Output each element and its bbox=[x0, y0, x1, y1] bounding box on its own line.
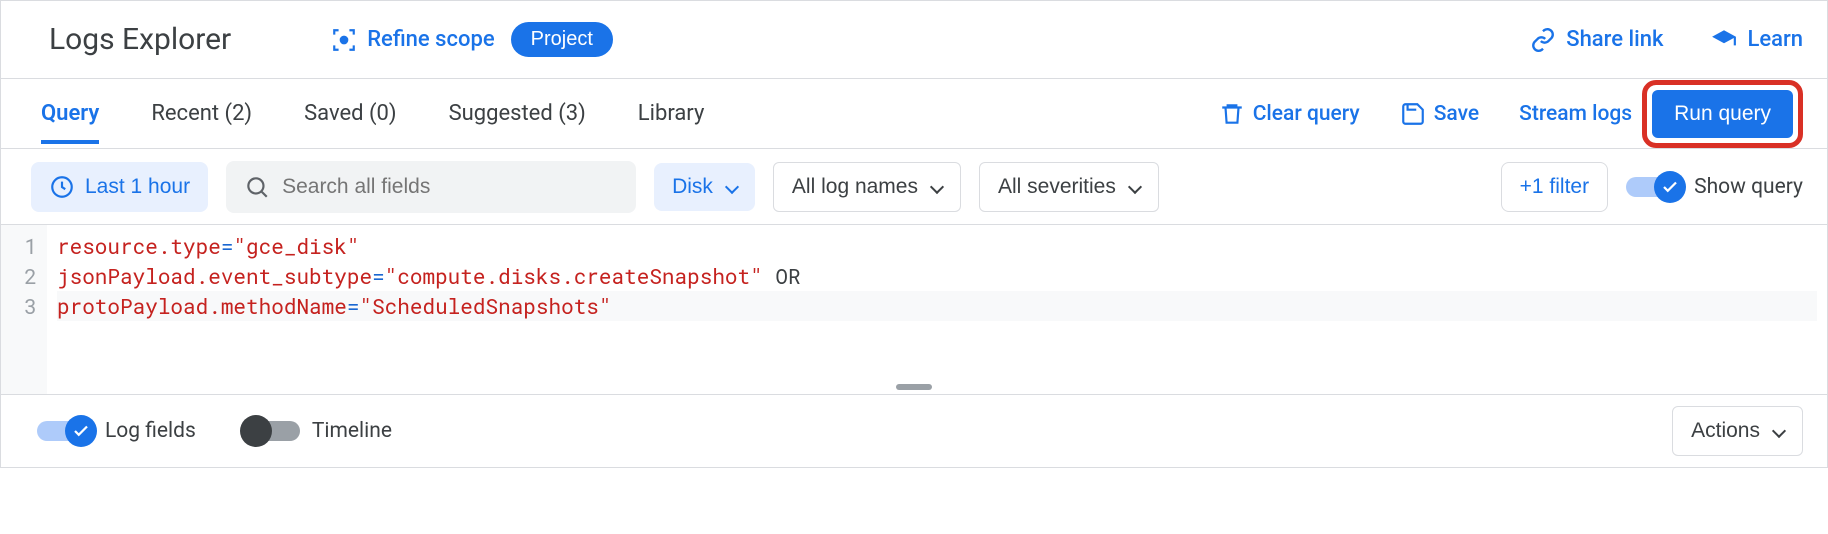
search-fields-input-wrap[interactable] bbox=[226, 161, 636, 213]
drag-handle[interactable] bbox=[896, 384, 932, 390]
check-icon bbox=[72, 422, 90, 440]
actions-label: Actions bbox=[1691, 419, 1760, 443]
clock-icon bbox=[49, 174, 75, 200]
resource-filter-button[interactable]: Disk bbox=[654, 163, 755, 211]
search-icon bbox=[244, 174, 270, 200]
share-link-label: Share link bbox=[1566, 27, 1663, 52]
tab-saved[interactable]: Saved (0) bbox=[304, 83, 396, 144]
stream-logs-label: Stream logs bbox=[1519, 102, 1632, 126]
show-query-label: Show query bbox=[1694, 175, 1803, 199]
more-filters-label: +1 filter bbox=[1520, 175, 1589, 199]
chevron-down-icon bbox=[1128, 179, 1142, 193]
refine-scope-button[interactable]: Refine scope bbox=[331, 27, 494, 53]
actions-dropdown[interactable]: Actions bbox=[1672, 406, 1803, 456]
resource-filter-label: Disk bbox=[672, 175, 713, 199]
scope-chip[interactable]: Project bbox=[511, 22, 613, 57]
severities-label: All severities bbox=[998, 175, 1116, 199]
clear-query-button[interactable]: Clear query bbox=[1219, 101, 1360, 127]
tab-recent[interactable]: Recent (2) bbox=[151, 83, 252, 144]
log-names-dropdown[interactable]: All log names bbox=[773, 162, 961, 212]
learn-icon bbox=[1711, 27, 1737, 53]
chevron-down-icon bbox=[1772, 424, 1786, 438]
clear-query-label: Clear query bbox=[1253, 102, 1360, 126]
show-query-toggle[interactable] bbox=[1626, 177, 1682, 197]
tab-library[interactable]: Library bbox=[638, 83, 705, 144]
trash-icon bbox=[1219, 101, 1245, 127]
time-range-label: Last 1 hour bbox=[85, 175, 190, 199]
query-editor[interactable]: 123 resource.type="gce_disk"jsonPayload.… bbox=[1, 225, 1827, 395]
scope-icon bbox=[331, 27, 357, 53]
log-fields-label: Log fields bbox=[105, 419, 196, 443]
log-fields-toggle[interactable] bbox=[37, 421, 93, 441]
editor-line[interactable]: jsonPayload.event_subtype="compute.disks… bbox=[57, 261, 1817, 291]
more-filters-button[interactable]: +1 filter bbox=[1501, 162, 1608, 212]
save-button[interactable]: Save bbox=[1400, 101, 1479, 127]
log-names-label: All log names bbox=[792, 175, 918, 199]
timeline-toggle[interactable] bbox=[244, 421, 300, 441]
search-fields-input[interactable] bbox=[282, 175, 618, 199]
save-icon bbox=[1400, 101, 1426, 127]
run-query-highlight: Run query bbox=[1642, 80, 1803, 148]
severities-dropdown[interactable]: All severities bbox=[979, 162, 1159, 212]
editor-line[interactable]: protoPayload.methodName="ScheduledSnapsh… bbox=[57, 291, 1817, 321]
learn-label: Learn bbox=[1747, 27, 1803, 52]
save-label: Save bbox=[1434, 102, 1479, 126]
page-title: Logs Explorer bbox=[49, 22, 231, 57]
link-icon bbox=[1530, 27, 1556, 53]
stream-logs-button[interactable]: Stream logs bbox=[1519, 102, 1632, 126]
chevron-down-icon bbox=[725, 179, 739, 193]
check-icon bbox=[1661, 178, 1679, 196]
tab-query[interactable]: Query bbox=[41, 83, 99, 144]
editor-gutter: 123 bbox=[1, 225, 47, 394]
editor-line[interactable]: resource.type="gce_disk" bbox=[57, 231, 1817, 261]
chevron-down-icon bbox=[930, 179, 944, 193]
run-query-button[interactable]: Run query bbox=[1652, 90, 1793, 138]
refine-scope-label: Refine scope bbox=[367, 27, 494, 52]
timeline-label: Timeline bbox=[312, 419, 392, 443]
time-range-button[interactable]: Last 1 hour bbox=[31, 162, 208, 212]
share-link-button[interactable]: Share link bbox=[1530, 27, 1663, 53]
tab-suggested[interactable]: Suggested (3) bbox=[449, 83, 586, 144]
learn-button[interactable]: Learn bbox=[1711, 27, 1803, 53]
